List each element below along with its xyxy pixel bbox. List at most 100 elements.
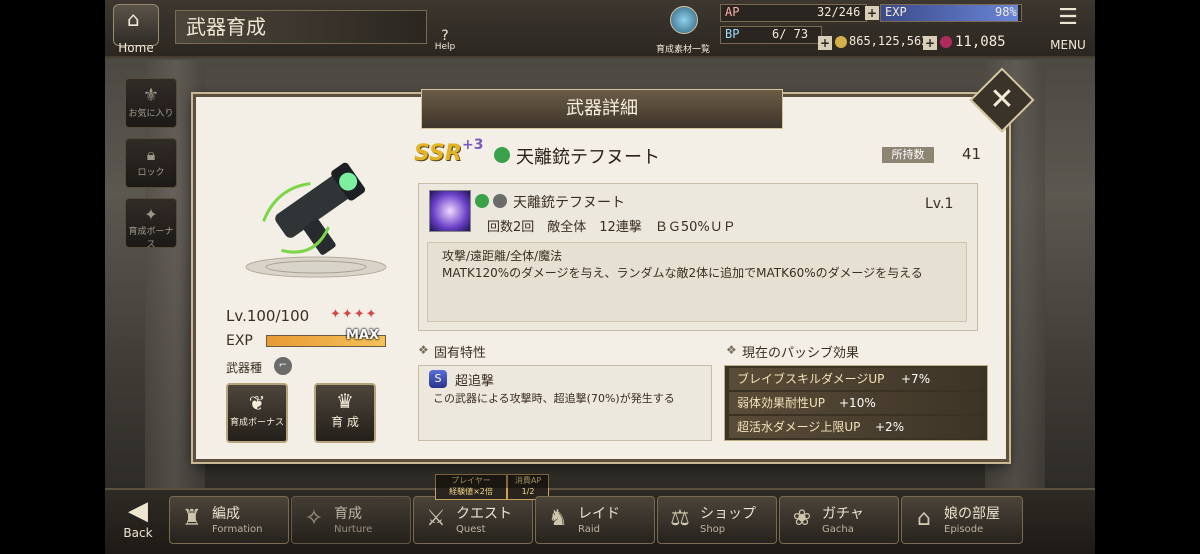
nurture-button[interactable]: ♛ 育 成 [314,383,376,443]
chess-icon: ♜ [182,506,202,531]
nav-gacha-sublabel: Gacha [822,524,854,535]
trait-diamond-icon: ❖ [418,343,429,357]
help-button[interactable]: ? Help [427,28,463,56]
nav-raid-label: レイド [578,506,620,522]
nav-episode-label: 娘の部屋 [944,506,1000,522]
owned-count: 41 [962,145,982,163]
ap-plus-button[interactable]: + [865,6,879,20]
gold-plus-button[interactable]: + [818,36,832,50]
nav-raid[interactable]: ♞ レイド Raid [535,496,655,544]
close-icon: ✕ [989,82,1015,117]
passive-header: 現在のパッシブ効果 [742,346,860,361]
plus-badge: +3 [462,137,484,153]
menu-button[interactable]: ☰ MENU [1045,4,1091,54]
game-screen: ⌂ Home 武器育成 ? Help 育成素材一覧 AP 32/246 + EX… [105,0,1095,554]
weapon-level: Lv.100/100 [226,307,310,325]
back-label: Back [123,526,153,540]
nav-shop-label: ショップ [700,506,756,522]
ap-value: 32/246 [817,5,861,19]
nav-formation[interactable]: ♜ 編成 Formation [169,496,289,544]
skill-summary: 回数2回 敵全体 12連撃 ＢＧ50%ＵＰ [487,220,736,235]
bp-value: 6/ 73 [772,27,809,41]
gold-icon [835,36,847,48]
nav-nurture-sublabel: Nurture [334,524,373,535]
passive-value: +7% [901,372,931,386]
exp-label: EXP [885,5,907,19]
weapon-type-label: 武器種 [226,361,263,375]
ap-label: AP [725,5,740,19]
skill-level: Lv.1 [925,196,954,212]
help-label: Help [434,42,456,52]
exp-max-label: MAX [346,328,380,343]
skill-icon [429,190,471,232]
bonus-wing-icon: ❦ [248,391,266,415]
bp-label: BP [725,27,740,41]
gold-value: 865,125,562 [849,34,929,48]
passive-name: ブレイブスキルダメージUP [737,372,885,386]
skill-type: 攻撃/遠距離/全体/魔法 [442,249,563,263]
nav-quest[interactable]: ⚔ クエスト Quest [413,496,533,544]
rarity-stars: ✦✦✦✦ [330,307,378,322]
dragon-icon: ♞ [548,506,568,531]
weapon-detail-modal: 武器詳細 ✕ Lv.100/100 ✦✦✦✦ EXP MAX 武器種 ⌐ ❦ 育… [193,67,1035,462]
home-icon: ⌂ [127,7,140,31]
nav-gacha-label: ガチャ [822,506,864,522]
menu-label: MENU [1050,38,1086,52]
home-label: Home [118,41,154,55]
nurture-bonus-label: 育成ボーナス [229,418,284,428]
gem-plus-button[interactable]: + [923,36,937,50]
home-button[interactable]: ⌂ Home [113,4,159,55]
level-up-icon: ♛ [336,389,354,413]
unique-trait-header: 固有特性 [434,346,487,361]
flower-icon: ❀ [792,506,812,531]
scales-icon: ⚖ [670,506,690,531]
gem-icon [940,36,952,48]
passive-diamond-icon: ❖ [726,343,737,357]
nav-nurture-label: 育成 [334,506,362,522]
trait-name: 超追撃 [455,374,495,389]
nav-shop[interactable]: ⚖ ショップ Shop [657,496,777,544]
gun-type-icon: ⌐ [274,357,292,375]
nurture-bonus-button[interactable]: ❦ 育成ボーナス [226,383,288,443]
passive-row: 弱体効果耐性UP +10% [729,392,981,414]
nav-nurture[interactable]: ✧ 育成 Nurture [291,496,411,544]
nurture-icon: ✧ [304,506,324,531]
nav-formation-sublabel: Formation [212,524,263,535]
exp-value: 98% [995,5,1017,19]
passive-row: 超活水ダメージ上限UP +2% [729,416,981,438]
materials-button[interactable]: 育成素材一覧 [650,4,716,56]
nav-episode-sublabel: Episode [944,524,984,535]
door-icon: ⌂ [917,506,931,531]
passive-value: +2% [875,420,905,434]
page-title: 武器育成 [175,10,427,44]
nav-raid-sublabel: Raid [578,524,600,535]
unique-trait-panel: S 超追撃 この武器による攻撃時、超追撃(70%)が発生する [418,365,712,441]
weapon-image [236,149,396,278]
passive-row: ブレイブスキルダメージUP +7% [729,368,981,390]
passive-name: 弱体効果耐性UP [737,396,826,410]
rarity-badge: SSR [414,141,462,166]
materials-icon [670,6,698,34]
wind-element-icon [494,147,510,163]
bottom-nav: ◀ Back ♜ 編成 Formation ✧ 育成 Nurture ⚔ クエス… [105,474,1095,554]
nav-formation-label: 編成 [212,506,240,522]
nurture-label: 育 成 [331,415,359,429]
nav-episode[interactable]: ⌂ 娘の部屋 Episode [901,496,1023,544]
gun-illustration [245,162,387,278]
nav-gacha[interactable]: ❀ ガチャ Gacha [779,496,899,544]
menu-icon: ☰ [1058,5,1078,30]
nav-quest-label: クエスト [456,506,512,522]
nav-shop-sublabel: Shop [700,524,726,535]
trait-description: この武器による攻撃時、超追撃(70%)が発生する [433,392,675,405]
exp-label-modal: EXP [226,333,253,349]
skill-panel: 天離銃テフヌート Lv.1 回数2回 敵全体 12連撃 ＢＧ50%ＵＰ 攻撃/遠… [418,183,978,331]
passive-name: 超活水ダメージ上限UP [737,420,861,434]
owned-label: 所持数 [882,147,934,163]
skill-name: 天離銃テフヌート [513,195,625,211]
top-bar: ⌂ Home 武器育成 ? Help 育成素材一覧 AP 32/246 + EX… [105,0,1095,58]
skill-weapon-icon [493,194,507,208]
passive-value: +10% [839,396,876,410]
skill-description: MATK120%のダメージを与え、ランダムな敵2体に追加でMATK60%のダメー… [442,266,923,280]
back-button[interactable]: ◀ Back [109,496,167,550]
trait-s-icon: S [429,370,447,388]
